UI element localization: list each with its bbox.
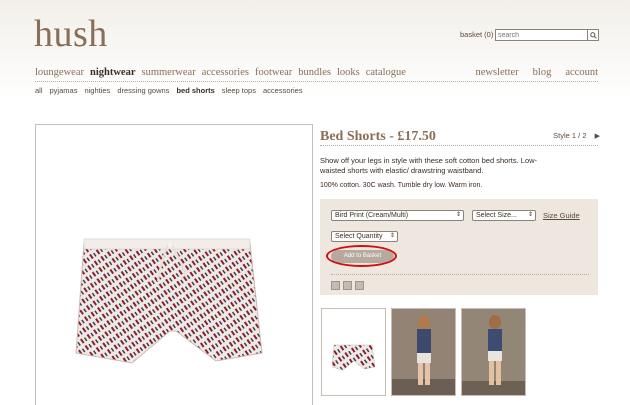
search-button[interactable] (587, 30, 598, 40)
nav-catalogue[interactable]: catalogue (366, 67, 406, 78)
thumbnail-model-front[interactable] (461, 308, 526, 396)
subnav-all[interactable]: all (35, 86, 43, 95)
subnav-dressing-gowns[interactable]: dressing gowns (117, 86, 169, 95)
style-pager[interactable]: Style 1 / 2 ▶ (553, 131, 600, 140)
nav-footwear[interactable]: footwear (255, 67, 292, 78)
product-title: Bed Shorts - £17.50 (320, 129, 436, 144)
subnav-nighties[interactable]: nighties (84, 86, 110, 95)
thumbnail-product[interactable] (321, 308, 386, 396)
colour-select-value: Bird Print (Cream/Multi) (335, 212, 409, 219)
select-arrows-icon: ⇕ (527, 212, 533, 218)
nav-summerwear[interactable]: summerwear (141, 67, 195, 78)
product-description: Show off your legs in style with these s… (320, 156, 538, 175)
style-label: Style 1 / 2 (553, 131, 587, 140)
thumbnail-model-back[interactable] (391, 308, 456, 396)
quantity-select[interactable]: Select Quantity ⇕ (331, 231, 398, 242)
nav-accessories[interactable]: accessories (202, 67, 249, 78)
product-image[interactable] (35, 124, 313, 405)
highlight-circle (326, 245, 397, 267)
title-divider (320, 145, 598, 146)
subnav-pyjamas[interactable]: pyjamas (50, 86, 78, 95)
thumbnail-model-image (392, 309, 455, 395)
sub-nav: all pyjamas nighties dressing gowns bed … (35, 86, 310, 95)
subnav-accessories[interactable]: accessories (263, 86, 303, 95)
nav-bundles[interactable]: bundles (298, 67, 331, 78)
hush-logo[interactable]: hush (34, 12, 108, 56)
size-guide-link[interactable]: Size Guide (543, 211, 580, 220)
search-icon (589, 31, 597, 39)
colour-select[interactable]: Bird Print (Cream/Multi) ⇕ (331, 210, 464, 221)
care-instructions: 100% cotton. 30C wash. Tumble dry low. W… (320, 182, 483, 189)
quantity-select-value: Select Quantity (335, 233, 383, 240)
main-nav: loungewear nightwear summerwear accessor… (35, 67, 412, 78)
panel-divider (331, 274, 589, 275)
nav-loungewear[interactable]: loungewear (35, 67, 84, 78)
nav-newsletter[interactable]: newsletter (476, 67, 519, 78)
subnav-bed-shorts[interactable]: bed shorts (176, 86, 214, 95)
size-select[interactable]: Select Size... ⇕ (472, 210, 536, 221)
twitter-icon[interactable] (355, 281, 364, 290)
account-nav: newsletter blog account (462, 67, 598, 78)
select-arrows-icon: ⇕ (455, 212, 461, 218)
nav-divider (35, 81, 598, 82)
subnav-sleep-tops[interactable]: sleep tops (222, 86, 256, 95)
select-arrows-icon: ⇕ (389, 233, 395, 239)
nav-account[interactable]: account (565, 67, 598, 78)
facebook-icon[interactable] (343, 281, 352, 290)
like-icon[interactable] (331, 281, 340, 290)
thumbnail-model-image (462, 309, 525, 395)
search-box[interactable] (495, 29, 599, 41)
search-input[interactable] (498, 30, 584, 40)
nav-looks[interactable]: looks (337, 67, 360, 78)
share-icons (331, 281, 364, 290)
size-select-value: Select Size... (476, 212, 517, 219)
nav-blog[interactable]: blog (533, 67, 552, 78)
basket-link[interactable]: basket (0) (460, 30, 493, 39)
next-arrow-icon[interactable]: ▶ (595, 133, 600, 140)
thumbnail-shorts-image (331, 344, 376, 371)
bed-shorts-image (75, 238, 263, 364)
nav-nightwear[interactable]: nightwear (90, 67, 136, 78)
